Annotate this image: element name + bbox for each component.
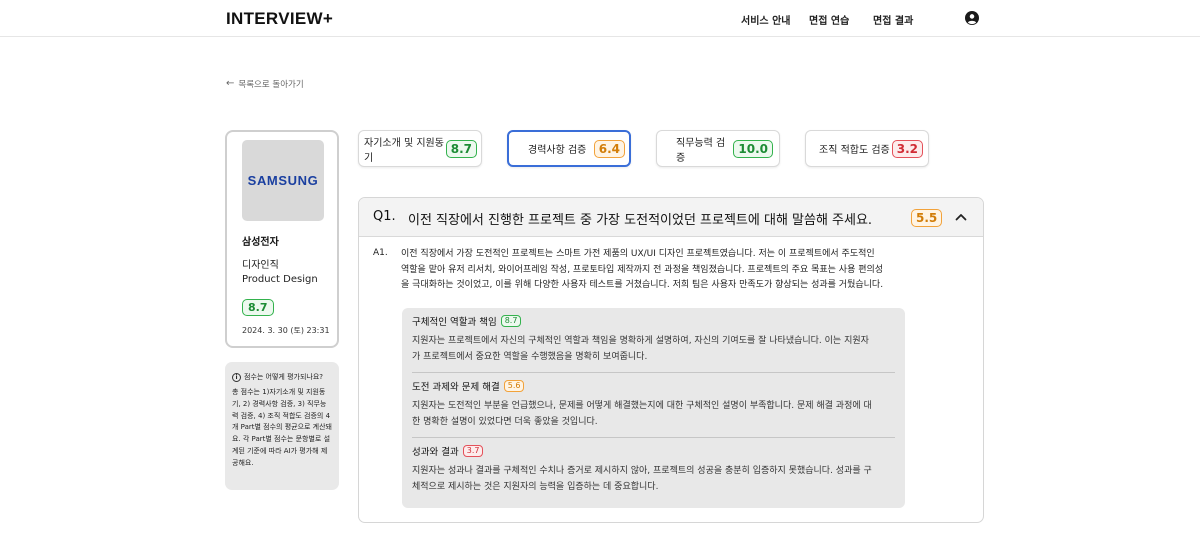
answer-line: 을 극대화하는 것이었고, 이를 위해 다양한 사용자 테스트를 거쳤습니다. …	[401, 280, 884, 290]
answer-line: 역할을 맡아 유저 리서치, 와이어프레임 작성, 프로토타입 제작까지 전 과…	[401, 264, 884, 275]
nav-interview-practice[interactable]: 면접 연습	[809, 12, 849, 27]
evaluation-line: 한 명확한 설명이 있었다면 더욱 좋았을 것입니다.	[412, 416, 598, 427]
score-info-box: i 점수는 어떻게 평가되나요? 총 점수는 1)자기소개 및 지원동기, 2)…	[225, 362, 339, 490]
evaluation-line: 지원자는 성과나 결과를 구체적인 수치나 증거로 제시하지 않아, 프로젝트의…	[412, 466, 872, 476]
nav-interview-results[interactable]: 면접 결과	[873, 12, 913, 27]
score-info-title: 점수는 어떻게 평가되나요?	[244, 373, 324, 381]
question-header[interactable]: Q1. 이전 직장에서 진행한 프로젝트 중 가장 도전적이었던 프로젝트에 대…	[359, 198, 983, 237]
answer-line: 이전 직장에서 가장 도전적인 프로젝트는 스마트 가전 제품의 UX/UI 디…	[401, 249, 875, 259]
evaluation-line: 체적으로 제시하는 것은 지원자의 능력을 입증하는 데 중요합니다.	[412, 481, 659, 492]
job-category: 디자인직	[242, 260, 279, 271]
total-score-badge: 8.7	[242, 299, 274, 316]
evaluation-title: 도전 과제와 문제 해결	[412, 382, 500, 393]
evaluation-box: 구체적인 역할과 책임 8.7 지원자는 프로젝트에서 자신의 구체적인 역할과…	[402, 308, 905, 508]
back-link-label: 목록으로 돌아가기	[238, 80, 304, 90]
question-title: 이전 직장에서 진행한 프로젝트 중 가장 도전적이었던 프로젝트에 대해 말씀…	[408, 213, 873, 228]
answer-text: 이전 직장에서 가장 도전적인 프로젝트는 스마트 가전 제품의 UX/UI 디…	[401, 247, 905, 294]
tab-self-introduction[interactable]: 자기소개 및 지원동기 8.7	[358, 130, 482, 167]
evaluation-line: 지원자는 프로젝트에서 자신의 구체적인 역할과 책임을 명확하게 설명하여, …	[412, 336, 869, 346]
tab-job-competency[interactable]: 직무능력 검증 10.0	[656, 130, 780, 167]
info-circle-icon: i	[232, 372, 241, 382]
app-logo[interactable]: INTERVIEW+	[226, 9, 333, 29]
tab-organization-fit[interactable]: 조직 적합도 검증 3.2	[805, 130, 929, 167]
evaluation-line: 가 프로젝트에서 중요한 역할을 수행했음을 명확히 보여줍니다.	[412, 351, 648, 362]
nav-service-guide[interactable]: 서비스 안내	[741, 12, 790, 27]
company-profile-card: SAMSUNG 삼성전자 디자인직 Product Design 8.7 202…	[225, 130, 339, 348]
tab-label: 자기소개 및 지원동기	[364, 137, 444, 164]
evaluation-title: 구체적인 역할과 책임	[412, 317, 497, 328]
score-info-text: 총 점수는 1)자기소개 및 지원동기, 2) 경력사항 검증, 3) 직무능력…	[232, 388, 332, 467]
tab-label: 직무능력 검증	[676, 137, 726, 164]
tab-career-verification[interactable]: 경력사항 검증 6.4	[507, 130, 631, 167]
tab-score-badge: 3.2	[891, 139, 923, 158]
chevron-up-icon[interactable]	[955, 211, 967, 223]
company-logo-text: SAMSUNG	[247, 173, 319, 188]
tab-label: 경력사항 검증	[528, 145, 587, 156]
back-to-list-link[interactable]: ← 목록으로 돌아가기	[226, 78, 304, 91]
question-number: Q1.	[373, 209, 396, 224]
arrow-left-icon: ←	[226, 78, 235, 89]
tab-label: 조직 적합도 검증	[819, 145, 890, 156]
evaluation-score-badge: 3.7	[462, 445, 484, 457]
tab-score-badge: 6.4	[593, 139, 625, 158]
company-name: 삼성전자	[242, 237, 279, 248]
evaluation-item: 구체적인 역할과 책임 8.7 지원자는 프로젝트에서 자신의 구체적인 역할과…	[412, 308, 895, 373]
evaluation-score-badge: 5.6	[503, 380, 525, 392]
interview-date: 2024. 3. 30 (토) 23:31	[242, 326, 330, 335]
question-panel: Q1. 이전 직장에서 진행한 프로젝트 중 가장 도전적이었던 프로젝트에 대…	[358, 197, 984, 523]
answer-number: A1.	[373, 248, 388, 258]
evaluation-score-badge: 8.7	[500, 315, 522, 327]
tab-score-badge: 8.7	[445, 139, 477, 158]
evaluation-item: 성과와 결과 3.7 지원자는 성과나 결과를 구체적인 수치나 증거로 제시하…	[412, 438, 895, 495]
evaluation-line: 지원자는 도전적인 부분을 언급했으나, 문제를 어떻게 해결했는지에 대한 구…	[412, 401, 872, 411]
top-navigation-bar: INTERVIEW+ 서비스 안내 면접 연습 면접 결과	[0, 0, 1200, 37]
user-circle-icon[interactable]	[965, 11, 979, 25]
company-logo: SAMSUNG	[242, 140, 324, 221]
job-title: Product Design	[242, 274, 318, 285]
tab-score-badge: 10.0	[733, 139, 773, 158]
evaluation-item: 도전 과제와 문제 해결 5.6 지원자는 도전적인 부분을 언급했으나, 문제…	[412, 373, 895, 438]
question-score-badge: 5.5	[911, 209, 943, 227]
evaluation-title: 성과와 결과	[412, 447, 459, 458]
